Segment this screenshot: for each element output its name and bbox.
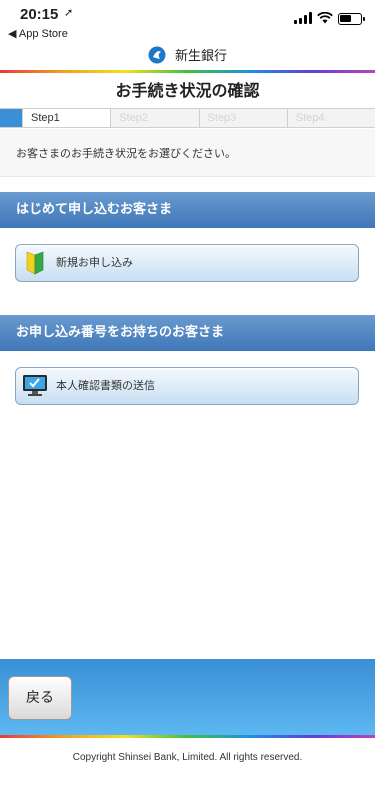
step-4: Step4 [286, 109, 375, 127]
step-2: Step2 [110, 109, 198, 127]
rainbow-divider-bottom [0, 735, 375, 738]
new-application-label: 新規お申し込み [56, 256, 133, 269]
section-header-existing-customer: お申し込み番号をお持ちのお客さま [0, 315, 375, 351]
step-indicator: Step1 Step2 Step3 Step4 [0, 108, 375, 128]
step-3: Step3 [198, 109, 287, 127]
copyright-text: Copyright Shinsei Bank, Limited. All rig… [72, 752, 303, 763]
cellular-signal-icon [294, 12, 314, 24]
page-title: お手続き状況の確認 [115, 81, 260, 100]
battery-icon [338, 13, 365, 25]
brand-name: 新生銀行 [175, 49, 228, 64]
back-to-app-store-link[interactable]: ◀ App Store [8, 27, 68, 40]
status-time: 20:15 [20, 6, 59, 23]
status-bar: 20:15 ➚ ◀ App Store [0, 0, 375, 44]
instruction-text: お客さまのお手続き状況をお選びください。 [0, 129, 375, 177]
monitor-icon [23, 375, 47, 396]
step-1: Step1 [22, 109, 111, 127]
shinsei-logo-icon [148, 46, 166, 63]
wifi-icon [317, 12, 333, 24]
location-arrow-icon: ➚ [64, 6, 74, 19]
submit-id-documents-label: 本人確認書類の送信 [56, 379, 155, 392]
step-lead-marker [0, 109, 22, 127]
brand-header: 新生銀行 [0, 44, 375, 70]
rainbow-divider-top [0, 70, 375, 73]
submit-id-documents-button[interactable]: 本人確認書類の送信 [15, 367, 359, 405]
section-header-new-customer: はじめて申し込むお客さま [0, 192, 375, 228]
battery-level [340, 15, 351, 22]
new-application-button[interactable]: 新規お申し込み [15, 244, 359, 282]
beginner-mark-icon [26, 251, 44, 275]
back-button[interactable]: 戻る [8, 676, 72, 720]
